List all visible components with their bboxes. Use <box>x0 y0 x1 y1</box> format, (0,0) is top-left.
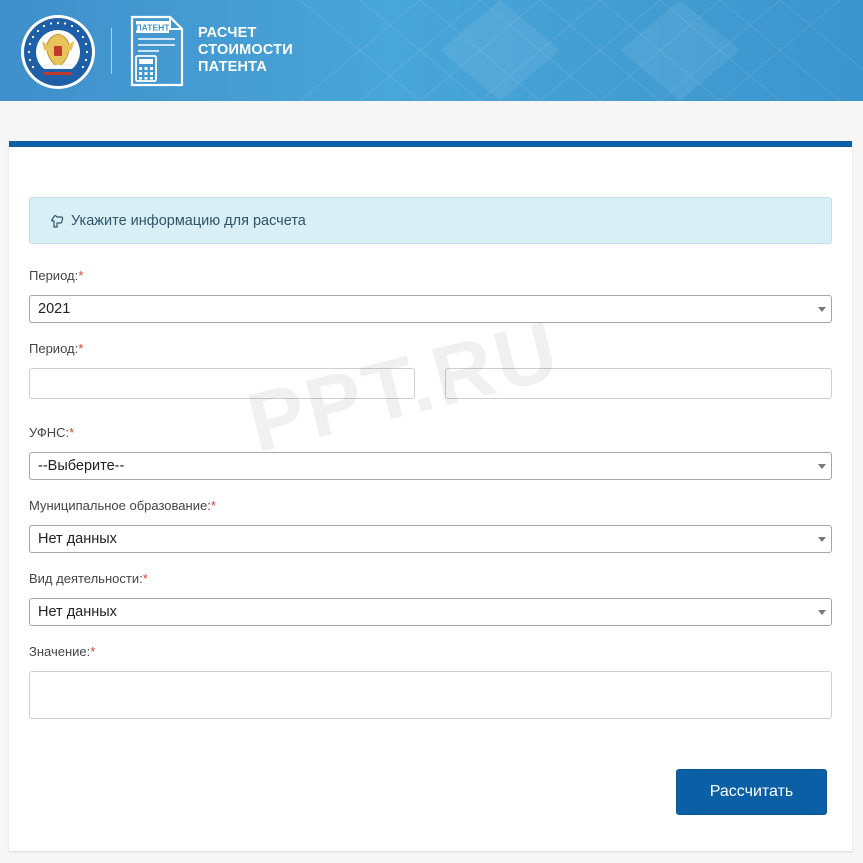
required-mark: * <box>69 425 75 440</box>
required-mark: * <box>78 268 84 283</box>
period-year-value: 2021 <box>38 301 71 317</box>
hand-pointer-icon <box>51 214 64 228</box>
value-input[interactable] <box>29 671 832 719</box>
period-year-label: Период:* <box>29 268 84 283</box>
site-header: ПАТЕНТ РАСЧЕТ СТОИМОСТИ ПАТЕНТА <box>0 0 863 101</box>
required-mark: * <box>210 498 216 513</box>
municipality-value: Нет данных <box>38 531 117 547</box>
app-title-line-1: РАСЧЕТ <box>198 25 257 41</box>
fns-emblem-logo[interactable] <box>20 14 96 90</box>
municipality-select[interactable]: Нет данных <box>29 525 832 553</box>
alert-text: Укажите информацию для расчета <box>71 212 306 229</box>
chevron-down-icon <box>818 610 826 615</box>
calculation-form-card: Укажите информацию для расчета Период:* … <box>9 141 852 851</box>
ufns-value: --Выберите-- <box>38 458 125 474</box>
calculate-button[interactable]: Рассчитать <box>676 769 827 815</box>
required-mark: * <box>142 571 148 586</box>
value-label: Значение:* <box>29 644 96 659</box>
ufns-select[interactable]: --Выберите-- <box>29 452 832 480</box>
municipality-label: Муниципальное образование:* <box>29 498 216 513</box>
activity-select[interactable]: Нет данных <box>29 598 832 626</box>
app-title: РАСЧЕТ СТОИМОСТИ ПАТЕНТА <box>198 25 293 76</box>
period-from-input[interactable] <box>29 368 415 399</box>
ufns-label: УФНС:* <box>29 425 75 440</box>
chevron-down-icon <box>818 307 826 312</box>
required-mark: * <box>78 341 84 356</box>
chevron-down-icon <box>818 464 826 469</box>
activity-value: Нет данных <box>38 604 117 620</box>
info-alert: Укажите информацию для расчета <box>29 197 832 244</box>
period-to-input[interactable] <box>445 368 832 399</box>
period-year-select[interactable]: 2021 <box>29 295 832 323</box>
app-title-line-2: СТОИМОСТИ <box>198 42 293 58</box>
period-range-label: Период:* <box>29 341 84 356</box>
patent-document-icon: ПАТЕНТ <box>129 14 185 88</box>
chevron-down-icon <box>818 537 826 542</box>
app-title-line-3: ПАТЕНТА <box>198 59 267 75</box>
header-divider <box>111 28 112 74</box>
patent-badge-text: ПАТЕНТ <box>135 23 170 33</box>
activity-label: Вид деятельности:* <box>29 571 148 586</box>
required-mark: * <box>90 644 96 659</box>
